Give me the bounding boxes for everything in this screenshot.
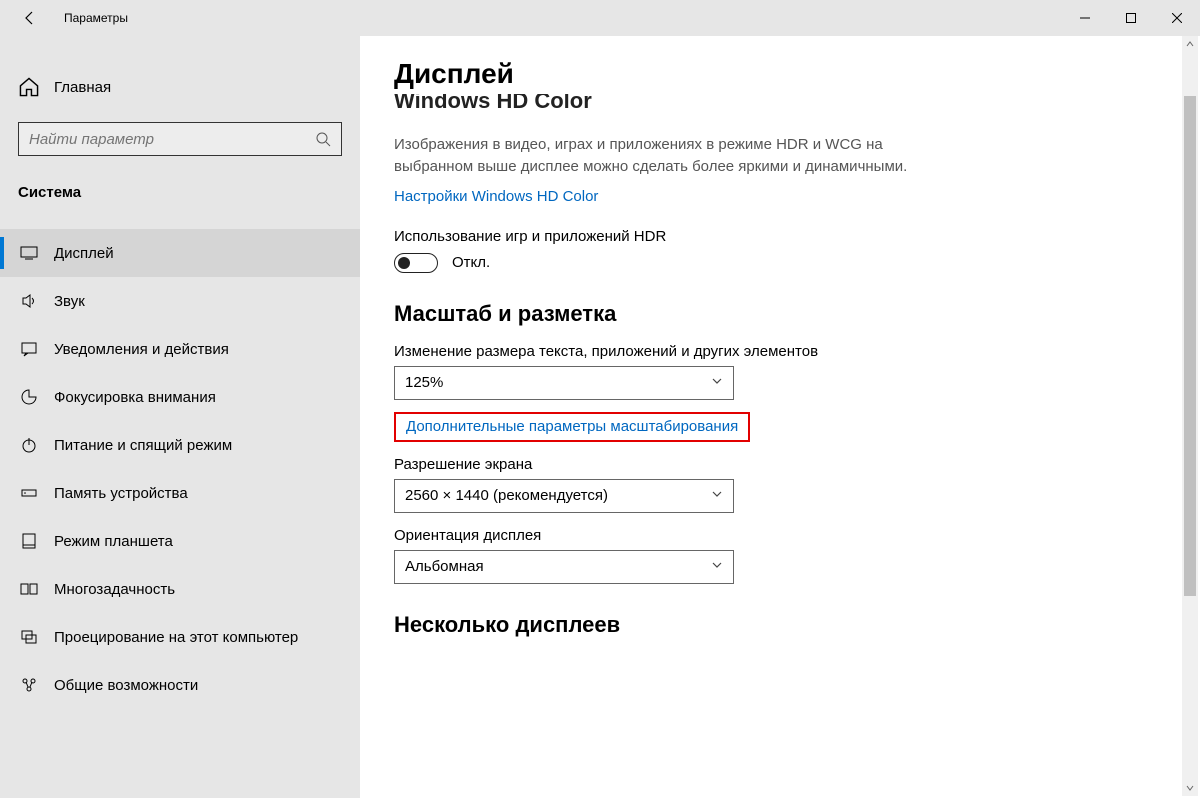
- scrollbar[interactable]: [1182, 36, 1198, 796]
- back-button[interactable]: [16, 4, 44, 32]
- sidebar-item-storage[interactable]: Память устройства: [0, 469, 360, 517]
- resolution-dropdown[interactable]: 2560 × 1440 (рекомендуется): [394, 479, 734, 513]
- chevron-down-icon: [711, 558, 723, 575]
- multi-display-heading: Несколько дисплеев: [394, 612, 1166, 638]
- sidebar-item-label: Проецирование на этот компьютер: [54, 629, 298, 646]
- resolution-value: 2560 × 1440 (рекомендуется): [405, 487, 608, 504]
- close-button[interactable]: [1154, 0, 1200, 36]
- main-content: Дисплей Windows HD Color Изображения в в…: [360, 36, 1200, 798]
- notifications-icon: [18, 340, 40, 358]
- hdr-toggle-state: Откл.: [452, 254, 490, 271]
- hd-color-description: Изображения в видео, играх и приложениях…: [394, 134, 914, 178]
- sidebar-item-display[interactable]: Дисплей: [0, 229, 360, 277]
- search-icon: [315, 131, 331, 147]
- chevron-down-icon: [711, 374, 723, 391]
- scale-dropdown[interactable]: 125%: [394, 366, 734, 400]
- focus-icon: [18, 388, 40, 406]
- scale-label: Изменение размера текста, приложений и д…: [394, 343, 1166, 360]
- tablet-icon: [18, 532, 40, 550]
- multitasking-icon: [18, 580, 40, 598]
- sidebar-item-tablet[interactable]: Режим планшета: [0, 517, 360, 565]
- home-link[interactable]: Главная: [0, 68, 360, 106]
- scroll-up-icon[interactable]: [1182, 36, 1198, 52]
- sidebar-item-label: Звук: [54, 293, 85, 310]
- minimize-button[interactable]: [1062, 0, 1108, 36]
- orientation-dropdown[interactable]: Альбомная: [394, 550, 734, 584]
- section-label: Система: [0, 184, 360, 209]
- maximize-button[interactable]: [1108, 0, 1154, 36]
- scale-heading: Масштаб и разметка: [394, 301, 1166, 327]
- sidebar-item-sound[interactable]: Звук: [0, 277, 360, 325]
- sound-icon: [18, 292, 40, 310]
- display-icon: [18, 244, 40, 262]
- window-title: Параметры: [64, 11, 128, 25]
- sidebar-item-label: Уведомления и действия: [54, 341, 229, 358]
- hd-color-heading: Windows HD Color: [394, 94, 1166, 116]
- search-field[interactable]: [29, 131, 315, 148]
- advanced-scaling-link[interactable]: Дополнительные параметры масштабирования: [406, 418, 738, 435]
- shared-icon: [18, 676, 40, 694]
- sidebar-item-project[interactable]: Проецирование на этот компьютер: [0, 613, 360, 661]
- project-icon: [18, 628, 40, 646]
- sidebar-item-label: Общие возможности: [54, 677, 198, 694]
- scroll-thumb[interactable]: [1184, 96, 1196, 596]
- sidebar-item-label: Дисплей: [54, 245, 114, 262]
- sidebar-item-shared[interactable]: Общие возможности: [0, 661, 360, 709]
- sidebar-item-label: Режим планшета: [54, 533, 173, 550]
- scroll-down-icon[interactable]: [1182, 780, 1198, 796]
- sidebar-item-label: Память устройства: [54, 485, 188, 502]
- sidebar-item-label: Питание и спящий режим: [54, 437, 232, 454]
- sidebar-item-label: Многозадачность: [54, 581, 175, 598]
- search-input[interactable]: [18, 122, 342, 156]
- titlebar: Параметры: [0, 0, 1200, 36]
- page-title: Дисплей: [394, 58, 1166, 90]
- orientation-label: Ориентация дисплея: [394, 527, 1166, 544]
- home-label: Главная: [54, 79, 111, 96]
- sidebar-item-label: Фокусировка внимания: [54, 389, 216, 406]
- scale-value: 125%: [405, 374, 443, 391]
- advanced-scaling-highlight: Дополнительные параметры масштабирования: [394, 412, 750, 442]
- hd-color-settings-link[interactable]: Настройки Windows HD Color: [394, 188, 598, 205]
- chevron-down-icon: [711, 487, 723, 504]
- hdr-toggle[interactable]: [394, 253, 438, 273]
- sidebar-item-multitasking[interactable]: Многозадачность: [0, 565, 360, 613]
- storage-icon: [18, 484, 40, 502]
- orientation-value: Альбомная: [405, 558, 484, 575]
- sidebar: Главная Система Дисплей Звук Уведомления…: [0, 36, 360, 798]
- hdr-apps-label: Использование игр и приложений HDR: [394, 228, 1166, 245]
- resolution-label: Разрешение экрана: [394, 456, 1166, 473]
- sidebar-item-power[interactable]: Питание и спящий режим: [0, 421, 360, 469]
- sidebar-item-notifications[interactable]: Уведомления и действия: [0, 325, 360, 373]
- power-icon: [18, 436, 40, 454]
- home-icon: [18, 76, 40, 98]
- sidebar-item-focus[interactable]: Фокусировка внимания: [0, 373, 360, 421]
